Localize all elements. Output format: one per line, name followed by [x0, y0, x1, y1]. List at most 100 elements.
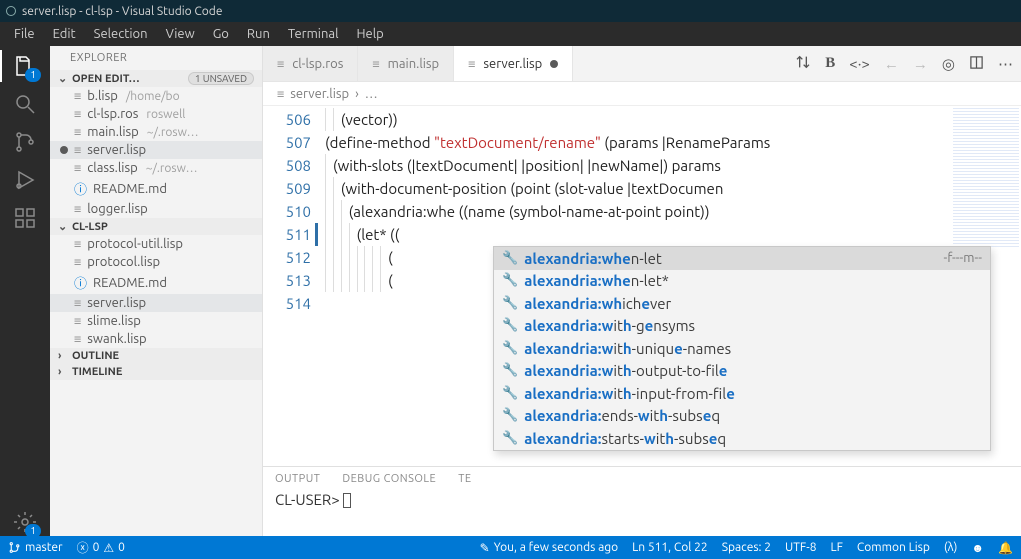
git-branch[interactable]: master — [8, 541, 63, 554]
explorer-icon[interactable]: 1 — [11, 52, 39, 80]
menu-selection[interactable]: Selection — [86, 25, 156, 43]
autocomplete-item[interactable]: 🔧alexandria:ends-with-subseq — [494, 405, 990, 428]
wrench-icon: 🔧 — [502, 386, 518, 401]
folder-file-item[interactable]: ≡server.lisp — [50, 294, 262, 312]
panel-tab[interactable]: TE — [458, 473, 471, 485]
menu-run[interactable]: Run — [239, 25, 278, 43]
open-editors-header[interactable]: ⌄ OPEN EDIT… 1 UNSAVED — [50, 70, 262, 87]
open-editor-item[interactable]: ≡logger.lisp — [50, 200, 262, 218]
source-control-icon[interactable] — [11, 128, 39, 156]
folder-file-item[interactable]: ≡protocol-util.lisp — [50, 235, 262, 253]
file-icon: ≡ — [277, 57, 284, 71]
target-icon[interactable]: ◎ — [942, 55, 955, 73]
autocomplete-item[interactable]: 🔧alexandria:when-let* — [494, 270, 990, 293]
wrench-icon: 🔧 — [502, 273, 518, 288]
wrench-icon: 🔧 — [502, 296, 518, 311]
info-icon: ⓘ — [74, 273, 87, 292]
editor-tab[interactable]: ≡server.lisp — [454, 46, 573, 81]
terminal-output[interactable]: CL-USER> — [263, 485, 1021, 536]
autocomplete-item[interactable]: 🔧alexandria:starts-with-subseq — [494, 427, 990, 450]
file-icon: ≡ — [74, 89, 81, 103]
autocomplete-item[interactable]: 🔧alexandria:with-gensyms — [494, 315, 990, 338]
editor-tab[interactable]: ≡cl-lsp.ros — [263, 46, 358, 81]
folder-file-item[interactable]: ≡slime.lisp — [50, 312, 262, 330]
menu-go[interactable]: Go — [205, 25, 237, 43]
git-blame-status[interactable]: ✎ You, a few seconds ago — [480, 541, 619, 555]
breadcrumb[interactable]: ≡ server.lisp › … — [263, 82, 1021, 106]
menu-terminal[interactable]: Terminal — [280, 25, 347, 43]
nav-back-icon[interactable]: ← — [884, 55, 899, 73]
open-editor-item[interactable]: ≡b.lisp/home/bo — [50, 87, 262, 105]
autocomplete-item[interactable]: 🔧alexandria:with-output-to-file — [494, 360, 990, 383]
search-icon[interactable] — [11, 90, 39, 118]
window-title: server.lisp - cl-lsp - Visual Studio Cod… — [22, 5, 222, 18]
folder-file-item[interactable]: ⓘREADME.md — [50, 271, 262, 294]
file-icon: ≡ — [372, 57, 379, 71]
terminal-cursor — [343, 493, 351, 508]
encoding-status[interactable]: UTF-8 — [785, 541, 816, 554]
bold-b-icon[interactable]: B — [825, 55, 835, 72]
menu-edit[interactable]: Edit — [45, 25, 84, 43]
open-editor-item[interactable]: ≡cl-lsp.rosroswell — [50, 105, 262, 123]
nav-expand-icon[interactable]: <·> — [849, 55, 870, 72]
info-icon: ⓘ — [74, 179, 87, 198]
open-editor-item[interactable]: ≡main.lisp~/.rosw… — [50, 123, 262, 141]
autocomplete-popup[interactable]: 🔧alexandria:when-let-f---m--🔧alexandria:… — [493, 246, 991, 451]
menu-bar: FileEditSelectionViewGoRunTerminalHelp — [0, 22, 1021, 46]
folder-file-item[interactable]: ≡protocol.lisp — [50, 253, 262, 271]
bottom-panel: OUTPUT DEBUG CONSOLE TE CL-USER> — [263, 466, 1021, 536]
window-control-icon[interactable] — [6, 6, 16, 16]
editor-group: ≡cl-lsp.ros≡main.lisp≡server.lisp B <·> … — [263, 46, 1021, 536]
explorer-sidebar: EXPLORER ⌄ OPEN EDIT… 1 UNSAVED ≡b.lisp/… — [50, 46, 263, 536]
language-status[interactable]: Common Lisp — [857, 541, 930, 554]
menu-view[interactable]: View — [158, 25, 203, 43]
file-icon: ≡ — [74, 255, 81, 269]
folder-file-item[interactable]: ≡swank.lisp — [50, 330, 262, 348]
open-editor-item[interactable]: ≡server.lisp — [50, 141, 262, 159]
chevron-right-icon: › — [58, 350, 72, 362]
menu-file[interactable]: File — [6, 25, 43, 43]
autocomplete-item[interactable]: 🔧alexandria:when-let-f---m-- — [494, 247, 990, 270]
extensions-icon[interactable] — [11, 204, 39, 232]
feedback-icon[interactable]: ☻ — [971, 541, 984, 555]
autocomplete-item[interactable]: 🔧alexandria:with-input-from-file — [494, 382, 990, 405]
timeline-header[interactable]: › TIMELINE — [50, 364, 262, 380]
autocomplete-item[interactable]: 🔧alexandria:with-unique-names — [494, 337, 990, 360]
indent-status[interactable]: Spaces: 2 — [722, 541, 771, 554]
panel-tab[interactable]: DEBUG CONSOLE — [342, 473, 436, 485]
cursor-position[interactable]: Ln 511, Col 22 — [632, 541, 708, 554]
more-actions-icon[interactable]: ⋯ — [998, 55, 1013, 73]
problems-status[interactable]: ⓧ 0 ⚠ 0 — [77, 539, 125, 556]
nav-fwd-icon[interactable]: → — [913, 55, 928, 73]
activity-bar: 1 1 — [0, 46, 50, 536]
chevron-down-icon: ⌄ — [58, 72, 72, 85]
dirty-dot-icon — [60, 146, 68, 154]
run-debug-icon[interactable] — [11, 166, 39, 194]
autocomplete-item[interactable]: 🔧alexandria:whichever — [494, 292, 990, 315]
eol-status[interactable]: LF — [830, 541, 842, 554]
code-editor[interactable]: 506507508509510511512513514 (vector))(de… — [263, 106, 1021, 466]
settings-badge: 1 — [25, 524, 41, 538]
wrench-icon: 🔧 — [502, 251, 518, 266]
menu-help[interactable]: Help — [348, 25, 391, 43]
open-editor-item[interactable]: ⓘREADME.md — [50, 177, 262, 200]
compare-changes-icon[interactable] — [795, 54, 811, 73]
sidebar-title: EXPLORER — [50, 46, 262, 70]
editor-tab[interactable]: ≡main.lisp — [358, 46, 454, 81]
lambda-status[interactable]: (λ) — [944, 541, 958, 554]
folder-header[interactable]: ⌄ CL-LSP — [50, 218, 262, 235]
settings-gear-icon[interactable]: 1 — [11, 508, 39, 536]
bell-icon[interactable]: 🔔 — [998, 541, 1013, 555]
open-editor-item[interactable]: ≡class.lisp~/.rosw… — [50, 159, 262, 177]
file-icon: ≡ — [74, 161, 81, 175]
panel-tab[interactable]: OUTPUT — [275, 473, 320, 485]
file-icon: ≡ — [74, 125, 81, 139]
file-icon: ≡ — [74, 296, 81, 310]
wrench-icon: 🔧 — [502, 318, 518, 333]
wrench-icon: 🔧 — [502, 341, 518, 356]
outline-header[interactable]: › OUTLINE — [50, 348, 262, 364]
unsaved-badge: 1 UNSAVED — [188, 72, 254, 85]
file-icon: ≡ — [468, 57, 475, 71]
dirty-dot-icon — [550, 60, 558, 68]
split-editor-icon[interactable] — [969, 55, 984, 73]
